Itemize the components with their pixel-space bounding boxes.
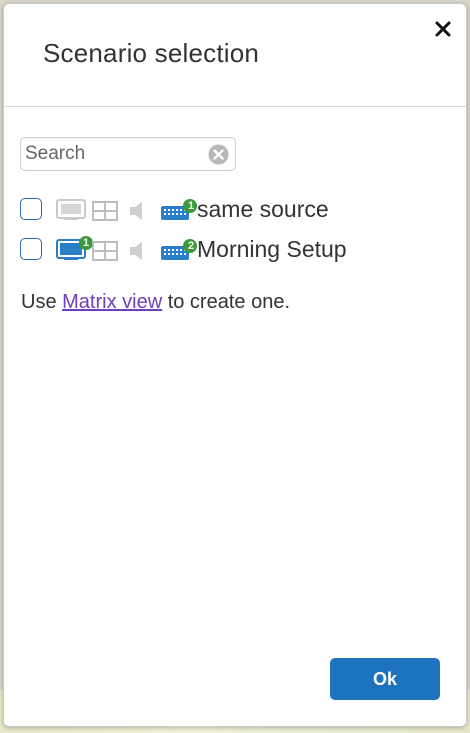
info-prefix: Use bbox=[21, 291, 63, 313]
close-button[interactable] bbox=[432, 18, 454, 40]
display-count-badge: 1 bbox=[82, 237, 90, 249]
close-icon bbox=[435, 21, 451, 37]
scenario-label: same source bbox=[197, 196, 329, 222]
dialog-header: Scenario selection bbox=[4, 4, 466, 107]
scenario-row-morning-setup[interactable]: 1 2 Morning Setup bbox=[20, 236, 440, 266]
scenario-label: Morning Setup bbox=[197, 236, 347, 262]
matrix-view-link[interactable]: Matrix view bbox=[62, 291, 162, 313]
info-text: Use Matrix view to create one. bbox=[21, 291, 290, 314]
scenario-checkbox[interactable] bbox=[20, 238, 42, 260]
display-icon bbox=[56, 199, 86, 220]
keyboard-count-badge: 1 bbox=[187, 200, 195, 212]
keyboard-count-badge: 2 bbox=[187, 240, 195, 252]
scenario-selection-dialog: Scenario selection Search 1 same source … bbox=[3, 3, 467, 727]
search-input[interactable] bbox=[25, 138, 201, 170]
speaker-icon bbox=[130, 242, 142, 260]
info-suffix: to create one. bbox=[162, 291, 291, 313]
speaker-icon bbox=[130, 202, 142, 220]
grid-layout-icon bbox=[92, 201, 118, 221]
clear-search-icon[interactable] bbox=[208, 144, 229, 165]
grid-layout-icon bbox=[92, 241, 118, 261]
dialog-title: Scenario selection bbox=[43, 38, 260, 68]
scenario-row-same-source[interactable]: 1 same source bbox=[20, 196, 440, 226]
ok-button[interactable]: Ok bbox=[330, 658, 440, 700]
search-box bbox=[20, 137, 236, 171]
scenario-checkbox[interactable] bbox=[20, 198, 42, 220]
